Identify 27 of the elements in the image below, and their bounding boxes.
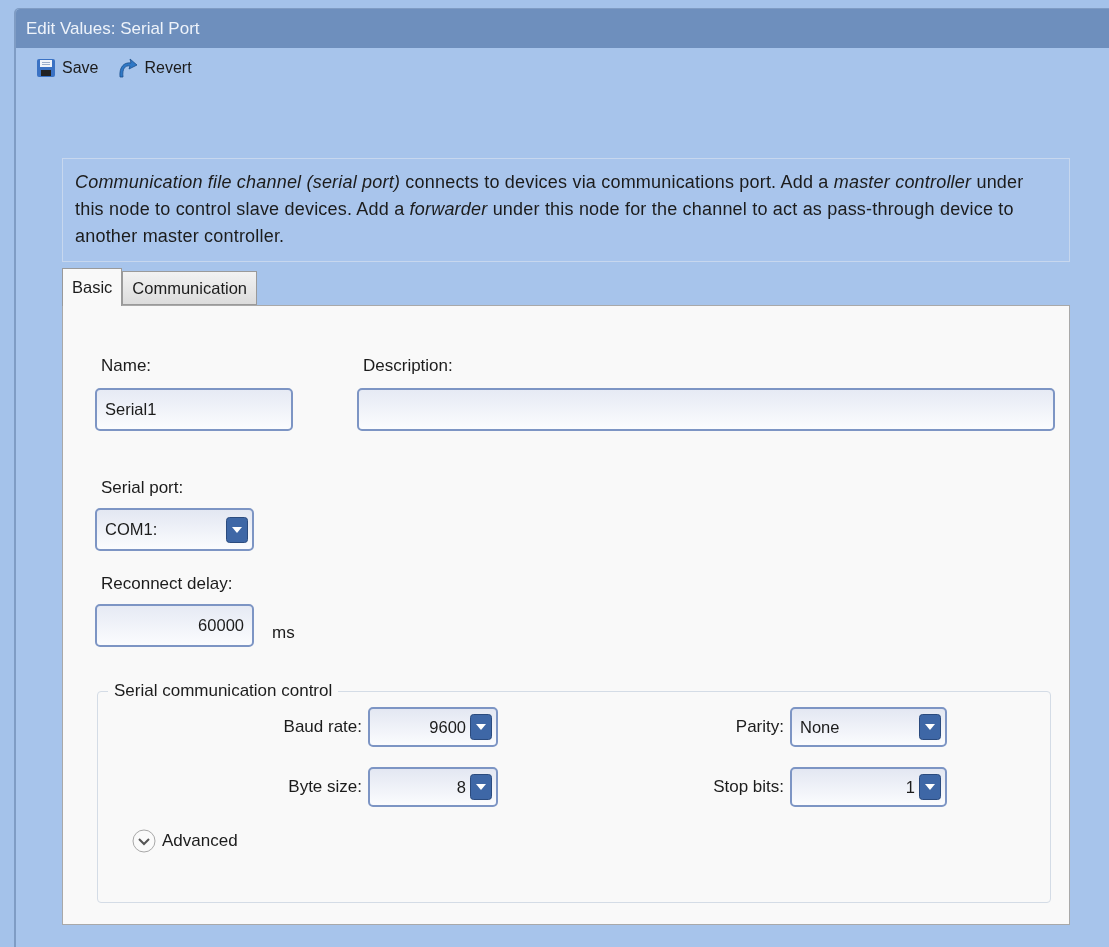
input-field[interactable]: 60000	[95, 604, 254, 647]
field-label: Byte size:	[288, 777, 362, 797]
field-label: Stop bits:	[713, 777, 784, 797]
toolbar-button[interactable]: Save	[36, 55, 99, 81]
field-label: Baud rate:	[283, 717, 362, 737]
curved-arrow-icon	[116, 57, 139, 79]
advanced-toggle[interactable]: Advanced	[132, 829, 238, 853]
field-label: Name:	[101, 356, 153, 376]
dropdown[interactable]: None	[790, 707, 947, 747]
dropdown[interactable]: 9600	[368, 707, 498, 747]
input-field[interactable]	[357, 388, 1055, 431]
toolbar-button[interactable]: Revert	[116, 55, 192, 81]
field-label: Serial port:	[101, 478, 184, 498]
input-field[interactable]: Serial1	[95, 388, 293, 431]
dropdown[interactable]: 1	[790, 767, 947, 807]
group-title: Serial communication control	[113, 681, 334, 701]
field-label: Reconnect delay:	[101, 574, 233, 594]
window-title: Edit Values: Serial Port	[16, 9, 1109, 48]
dropdown[interactable]: 8	[368, 767, 498, 807]
tab[interactable]: Basic	[62, 268, 123, 306]
unit-label: ms	[272, 623, 295, 643]
dropdown[interactable]: COM1:	[95, 508, 254, 551]
chevron-icon	[132, 829, 156, 853]
field-label: Parity:	[735, 717, 784, 737]
tab[interactable]: Communication	[122, 271, 257, 305]
description-text: Communication file channel (serial port) connects to devices via communications port. Add a master controller under this node to control slave devices. Add a forwarder under this node for the channel to act as pass-through device to another master controller.	[62, 158, 1070, 262]
field-label: Description:	[363, 356, 454, 376]
